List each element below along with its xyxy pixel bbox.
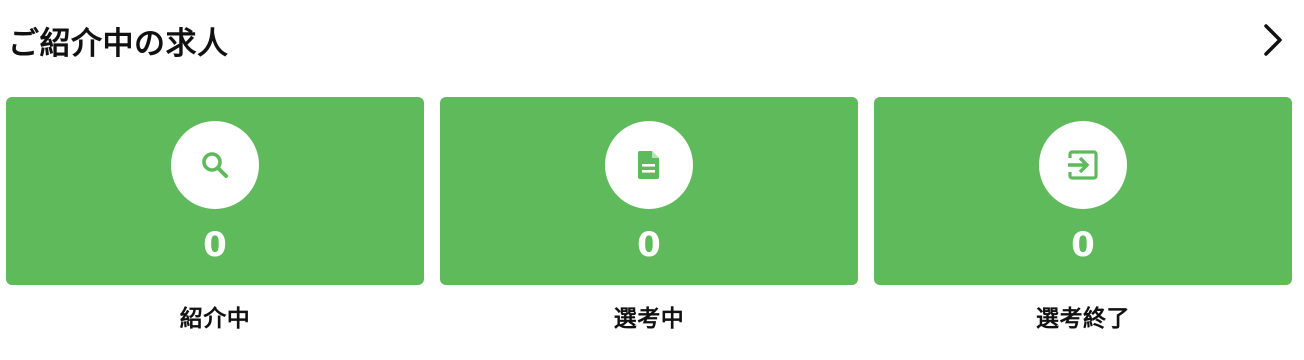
status-card-panel[interactable]: 0 [874,97,1292,285]
status-count: 0 [637,225,661,265]
icon-badge [605,121,693,209]
section-header: ご紹介中の求人 [8,18,1296,70]
document-icon [638,151,659,179]
search-icon [202,152,228,178]
status-count: 0 [203,225,227,265]
status-card-panel[interactable]: 0 [6,97,424,285]
status-label[interactable]: 紹介中 [6,303,424,335]
status-label[interactable]: 選考終了 [874,303,1292,335]
chevron-right-icon[interactable] [1256,20,1290,60]
section-title: ご紹介中の求人 [8,26,229,62]
exit-icon [1068,150,1098,180]
status-card-in-selection[interactable]: 0 選考中 [440,97,858,347]
icon-badge [1039,121,1127,209]
status-label[interactable]: 選考中 [440,303,858,335]
icon-badge [171,121,259,209]
status-card-selection-ended[interactable]: 0 選考終了 [874,97,1292,347]
status-card-panel[interactable]: 0 [440,97,858,285]
status-card-introducing[interactable]: 0 紹介中 [6,97,424,347]
status-count: 0 [1071,225,1095,265]
job-status-cards: 0 紹介中 0 選考中 0 選考終了 [6,97,1292,347]
